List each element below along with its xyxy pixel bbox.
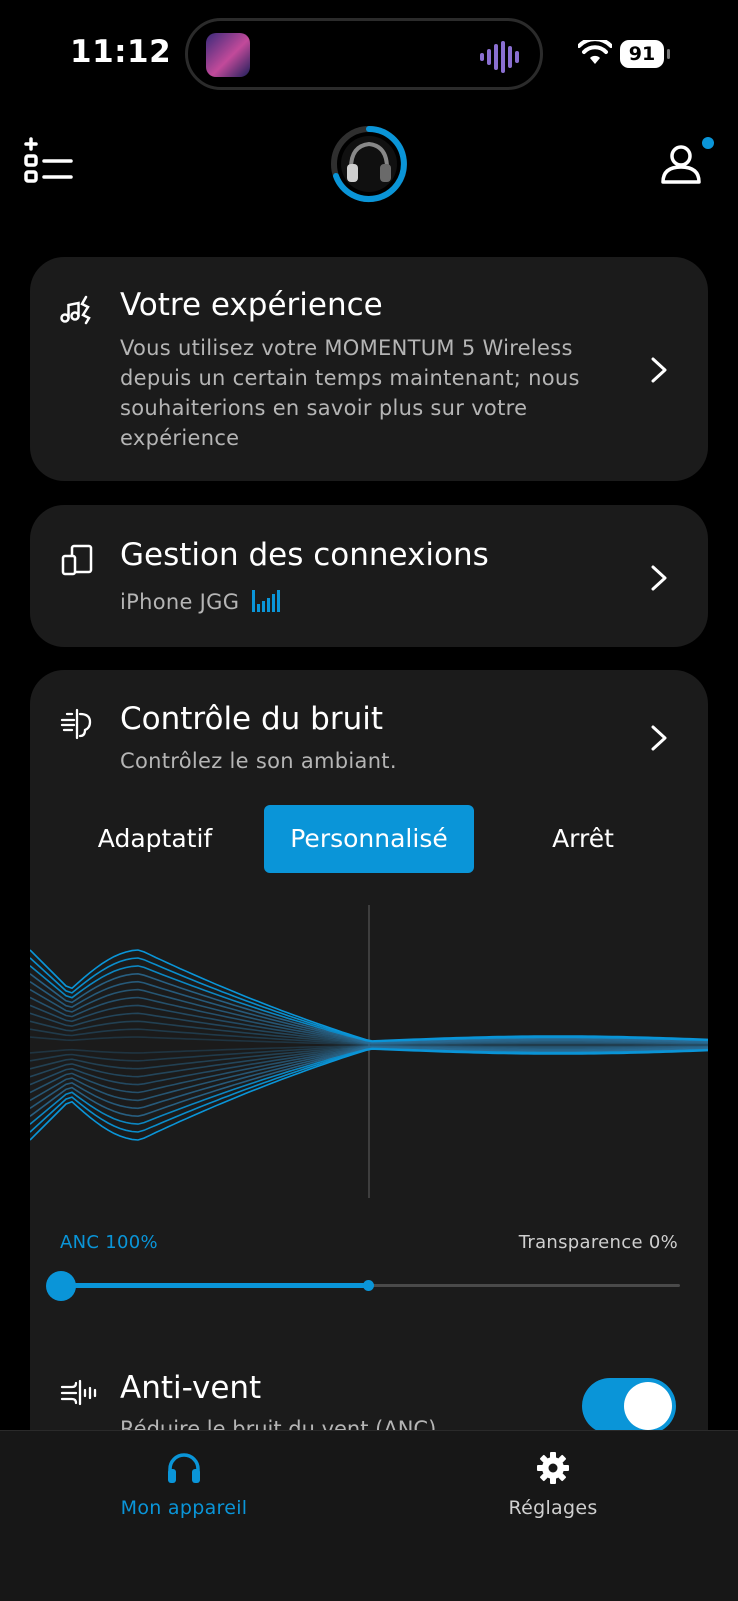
battery-level: 91	[620, 40, 664, 68]
dynamic-island[interactable]	[185, 18, 543, 90]
noise-control-subtitle: Contrôlez le son ambiant.	[120, 749, 397, 773]
connected-device: iPhone JGG	[120, 587, 281, 617]
album-art	[206, 33, 250, 77]
connection-management-card[interactable]: Gestion des connexions iPhone JGG	[30, 505, 708, 647]
experience-title: Votre expérience	[120, 287, 383, 323]
battery-tip	[667, 49, 670, 59]
mode-adaptive[interactable]: Adaptatif	[60, 805, 250, 873]
devices-icon	[61, 544, 93, 576]
anti-wind-toggle[interactable]	[582, 1378, 676, 1434]
anc-label: ANC 100%	[60, 1232, 158, 1253]
mode-off[interactable]: Arrêt	[488, 805, 678, 873]
music-feedback-icon	[60, 295, 91, 325]
experience-card[interactable]: Votre expérience Vous utilisez votre MOM…	[30, 257, 708, 481]
add-widget-list-icon[interactable]	[24, 136, 74, 186]
headphones-icon	[168, 1453, 200, 1483]
status-bar: 11:12 91	[0, 0, 738, 110]
gear-icon	[537, 1452, 569, 1484]
connections-title: Gestion des connexions	[120, 537, 489, 573]
noise-control-icon	[60, 708, 92, 740]
app-header	[0, 120, 738, 230]
experience-description: Vous utilisez votre MOMENTUM 5 Wireless …	[120, 336, 580, 450]
mode-custom[interactable]: Personnalisé	[264, 805, 474, 873]
battery-ring-icon	[331, 126, 407, 202]
signal-strength-icon	[252, 590, 281, 612]
bottom-tab-bar: Mon appareil Réglages	[0, 1430, 738, 1601]
slider-fill	[60, 1283, 369, 1288]
tab-settings[interactable]: Réglages	[423, 1451, 683, 1519]
chevron-right-icon	[651, 565, 667, 591]
anti-wind-title: Anti-vent	[120, 1370, 262, 1406]
user-profile-icon[interactable]	[656, 136, 716, 192]
wind-icon	[60, 1379, 97, 1406]
audio-waveform-icon	[480, 41, 519, 73]
slider-midpoint	[363, 1280, 374, 1291]
noise-control-title: Contrôle du bruit	[120, 701, 384, 737]
headphone-device-avatar[interactable]	[329, 124, 409, 204]
notification-dot	[702, 137, 714, 149]
toggle-knob	[624, 1382, 672, 1430]
slider-thumb[interactable]	[46, 1271, 76, 1301]
transparency-label: Transparence 0%	[518, 1232, 678, 1253]
chevron-right-icon	[651, 357, 667, 383]
tab-my-device[interactable]: Mon appareil	[54, 1451, 314, 1519]
wifi-icon	[578, 40, 612, 64]
chevron-right-icon[interactable]	[650, 724, 668, 752]
device-name: iPhone JGG	[120, 590, 240, 614]
noise-waveform	[30, 905, 708, 1198]
anc-slider[interactable]	[46, 1271, 680, 1301]
clock: 11:12	[70, 34, 172, 70]
